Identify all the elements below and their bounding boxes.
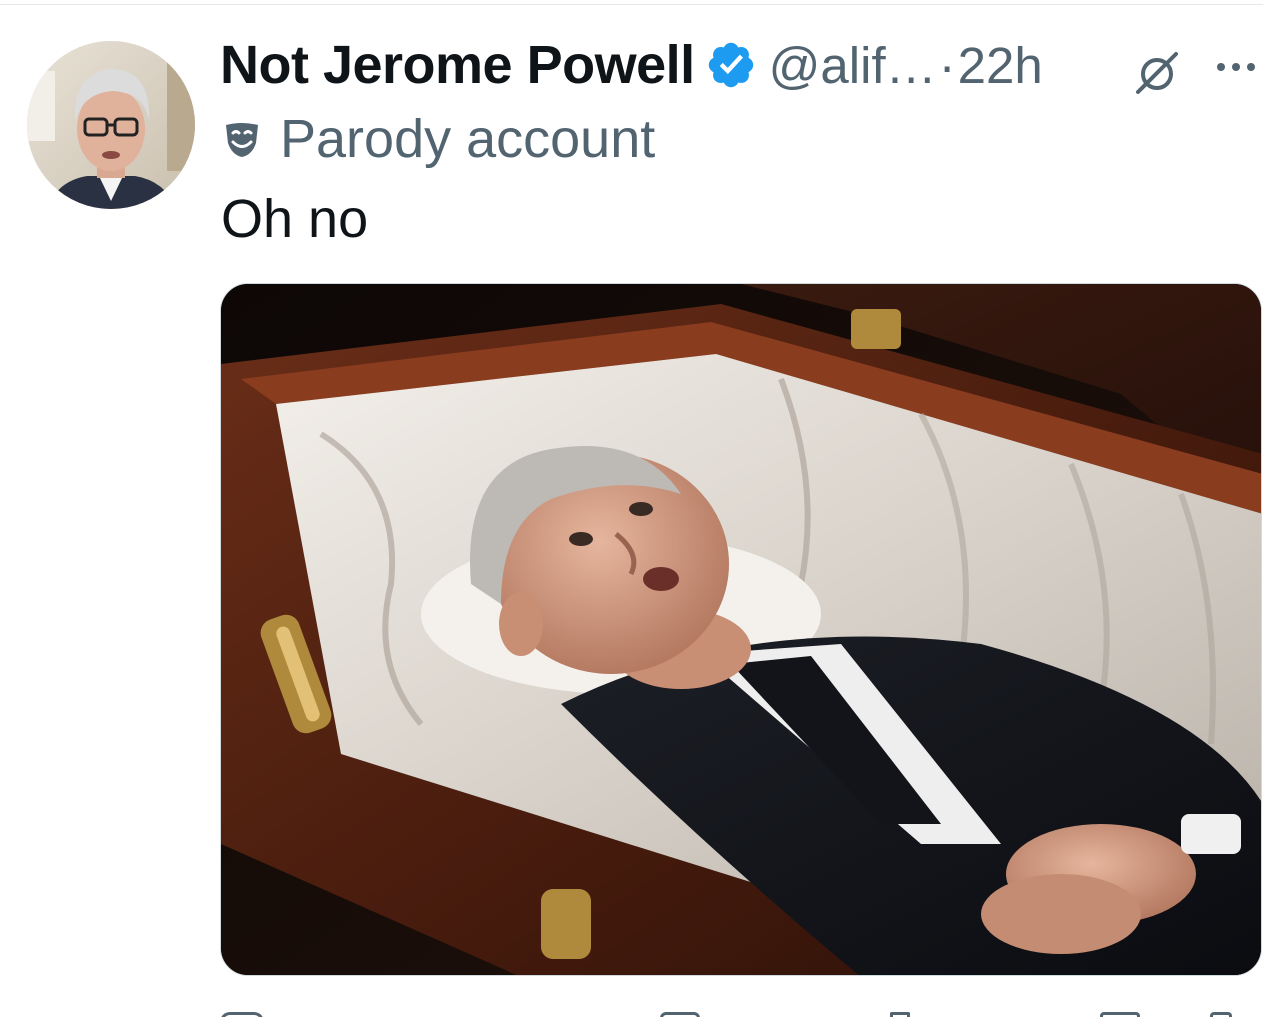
bookmark-icon[interactable] bbox=[1100, 1012, 1140, 1017]
action-bar bbox=[220, 1008, 1262, 1017]
tweet-header: Not Jerome Powell @alif… · 22h bbox=[220, 30, 1043, 100]
top-divider bbox=[0, 4, 1263, 5]
handle[interactable]: @alif… bbox=[769, 36, 937, 95]
grok-icon[interactable] bbox=[1132, 48, 1182, 98]
like-icon[interactable] bbox=[890, 1012, 910, 1017]
retweet-icon[interactable] bbox=[660, 1012, 700, 1017]
display-name[interactable]: Not Jerome Powell bbox=[220, 34, 695, 96]
timestamp[interactable]: 22h bbox=[958, 36, 1043, 95]
avatar[interactable] bbox=[27, 41, 195, 209]
reply-icon[interactable] bbox=[220, 1012, 264, 1017]
share-icon[interactable] bbox=[1210, 1012, 1232, 1017]
separator: · bbox=[938, 36, 956, 94]
parody-label: Parody account bbox=[222, 106, 655, 172]
parody-label-text: Parody account bbox=[280, 109, 656, 169]
tweet-text: Oh no bbox=[221, 189, 369, 249]
mask-icon bbox=[222, 119, 262, 159]
verified-badge-icon[interactable] bbox=[705, 39, 757, 91]
tweet-media-photo[interactable] bbox=[220, 283, 1262, 976]
more-icon[interactable] bbox=[1214, 55, 1258, 79]
